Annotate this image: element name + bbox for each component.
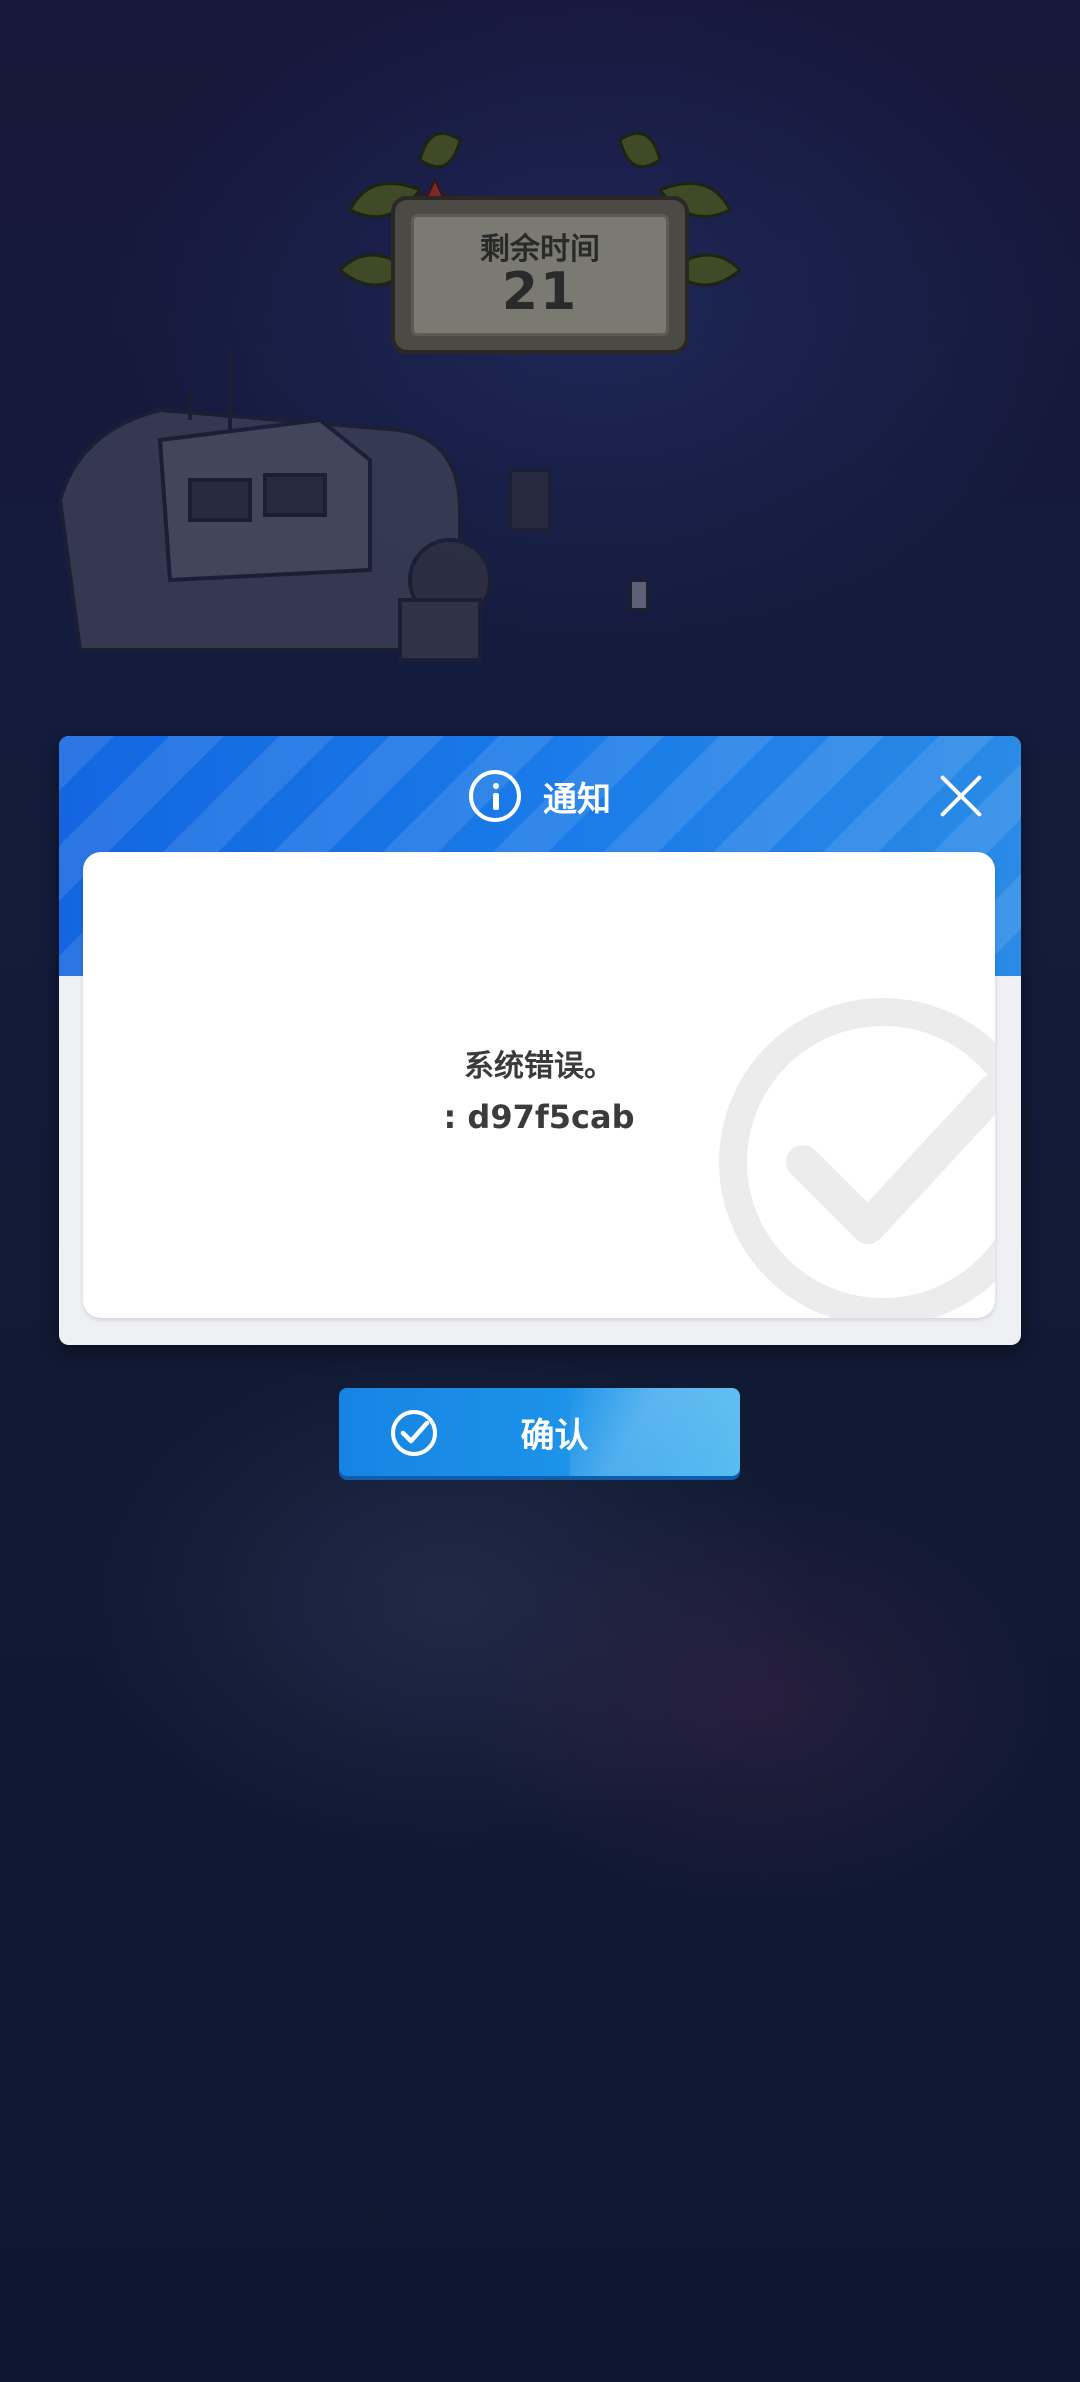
close-icon[interactable] <box>937 772 985 820</box>
boat-illustration <box>57 350 650 662</box>
dialog-title: 通知 <box>543 779 611 820</box>
error-code: : d97f5cab <box>443 1098 635 1136</box>
timer-panel: 剩余时间 21 <box>330 120 750 360</box>
dialog-body: 系统错误。 : d97f5cab <box>83 852 995 1318</box>
confirm-label: 确认 <box>520 1415 589 1456</box>
error-message: 系统错误。 <box>464 1049 614 1084</box>
timer-label: 剩余时间 <box>480 231 600 267</box>
timer-board: 剩余时间 21 <box>395 200 685 350</box>
notification-dialog: 通知 系统错误。 : d97f5cab <box>59 736 1021 1345</box>
timer-value: 21 <box>501 261 579 322</box>
info-icon <box>469 770 521 822</box>
check-watermark-icon <box>719 998 995 1318</box>
confirm-button[interactable]: 确认 <box>339 1388 740 1476</box>
dialog-message: 系统错误。 : d97f5cab <box>83 1042 995 1142</box>
